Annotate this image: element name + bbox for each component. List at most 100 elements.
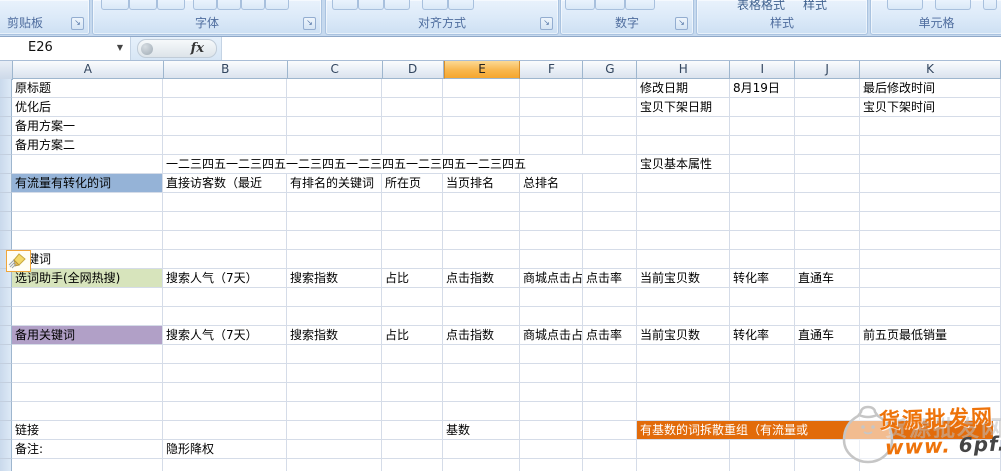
cell-F20[interactable] <box>520 440 583 459</box>
cell-E7[interactable] <box>443 193 520 212</box>
cell-D18[interactable] <box>382 402 443 421</box>
select-all-corner[interactable] <box>0 61 13 80</box>
cell-K14[interactable]: 前五页最低销量 <box>860 326 1001 345</box>
cell-H7[interactable] <box>637 193 730 212</box>
cell-F16[interactable] <box>520 364 583 383</box>
cell-G14[interactable]: 点击率 <box>583 326 637 345</box>
row-header[interactable] <box>0 136 12 155</box>
cell-K5[interactable] <box>860 155 1001 174</box>
row-header[interactable] <box>0 440 12 459</box>
cell-F10[interactable] <box>520 250 583 269</box>
cell-K6[interactable] <box>860 174 1001 193</box>
cell-I6[interactable] <box>730 174 795 193</box>
cell-J9[interactable] <box>795 231 860 250</box>
cell-I1[interactable]: 8月19日 <box>730 79 795 98</box>
ribbon-button-fragment[interactable] <box>241 0 265 10</box>
cell-D19[interactable] <box>382 421 443 440</box>
ribbon-button-fragment[interactable] <box>193 0 217 10</box>
row-header[interactable] <box>0 155 12 174</box>
cell-H6[interactable] <box>637 174 730 193</box>
cell-C7[interactable] <box>287 193 382 212</box>
ribbon-button-fragment[interactable] <box>448 0 474 10</box>
cell-B1[interactable] <box>163 79 287 98</box>
cell-J15[interactable] <box>795 345 860 364</box>
cell-A10[interactable]: 关键词 <box>12 250 163 269</box>
cell-D6[interactable]: 所在页 <box>382 174 443 193</box>
cell-H1[interactable]: 修改日期 <box>637 79 730 98</box>
ribbon-button-fragment[interactable] <box>422 0 448 10</box>
row-header[interactable] <box>0 98 12 117</box>
cell-C20[interactable] <box>287 440 382 459</box>
cell-B13[interactable] <box>163 307 287 326</box>
cell-C21[interactable] <box>287 459 382 471</box>
ribbon-button-fragment[interactable] <box>332 0 358 10</box>
cell-E16[interactable] <box>443 364 520 383</box>
cell-I13[interactable] <box>730 307 795 326</box>
cell-A20[interactable]: 备注: <box>12 440 163 459</box>
ribbon-button-fragment[interactable] <box>595 0 625 10</box>
cell-A21[interactable] <box>12 459 163 471</box>
cell-B19[interactable] <box>163 421 287 440</box>
ribbon-button-fragment[interactable] <box>101 0 129 10</box>
cell-A9[interactable] <box>12 231 163 250</box>
cell-I9[interactable] <box>730 231 795 250</box>
cell-H19[interactable]: 有基数的词拆散重组（有流量或 <box>637 421 993 440</box>
cell-I14[interactable]: 转化率 <box>730 326 795 345</box>
cell-B7[interactable] <box>163 193 287 212</box>
cell-B6[interactable]: 直接访客数（最近 <box>163 174 287 193</box>
cell-C11[interactable]: 搜索指数 <box>287 269 382 288</box>
cell-I12[interactable] <box>730 288 795 307</box>
cell-J20[interactable] <box>795 440 860 459</box>
cell-C17[interactable] <box>287 383 382 402</box>
cell-G2[interactable] <box>583 98 637 117</box>
cell-G13[interactable] <box>583 307 637 326</box>
cell-F15[interactable] <box>520 345 583 364</box>
cell-B20[interactable]: 隐形降权 <box>163 440 287 459</box>
cell-E2[interactable] <box>443 98 520 117</box>
cell-A5[interactable] <box>12 155 163 174</box>
cell-K9[interactable] <box>860 231 1001 250</box>
cell-J10[interactable] <box>795 250 860 269</box>
cell-A2[interactable]: 优化后 <box>12 98 163 117</box>
cell-H18[interactable] <box>637 402 730 421</box>
cell-J14[interactable]: 直通车 <box>795 326 860 345</box>
cell-D15[interactable] <box>382 345 443 364</box>
cell-E9[interactable] <box>443 231 520 250</box>
row-header[interactable] <box>0 459 12 471</box>
cell-G10[interactable] <box>583 250 637 269</box>
cell-J7[interactable] <box>795 193 860 212</box>
cell-C19[interactable] <box>287 421 382 440</box>
column-header-H[interactable]: H <box>637 61 730 79</box>
cell-F3[interactable] <box>520 117 583 136</box>
cell-H16[interactable] <box>637 364 730 383</box>
cell-B9[interactable] <box>163 231 287 250</box>
cell-J1[interactable] <box>795 79 860 98</box>
cell-I10[interactable] <box>730 250 795 269</box>
cell-C3[interactable] <box>287 117 382 136</box>
cell-E6[interactable]: 当页排名 <box>443 174 520 193</box>
cell-C12[interactable] <box>287 288 382 307</box>
cell-K15[interactable] <box>860 345 1001 364</box>
cell-F11[interactable]: 商城点击占比 <box>520 269 583 288</box>
cell-I20[interactable] <box>730 440 795 459</box>
cell-D16[interactable] <box>382 364 443 383</box>
cell-I21[interactable] <box>730 459 795 471</box>
column-header-F[interactable]: F <box>520 61 583 79</box>
cell-E10[interactable] <box>443 250 520 269</box>
brush-image[interactable] <box>6 250 31 272</box>
cell-F4[interactable] <box>520 136 583 155</box>
cell-D17[interactable] <box>382 383 443 402</box>
cell-G11[interactable]: 点击率 <box>583 269 637 288</box>
cell-A3[interactable]: 备用方案一 <box>12 117 163 136</box>
cell-D8[interactable] <box>382 212 443 231</box>
cell-I8[interactable] <box>730 212 795 231</box>
cell-G21[interactable] <box>583 459 637 471</box>
ribbon-button-fragment[interactable] <box>565 0 595 10</box>
cell-B21[interactable] <box>163 459 287 471</box>
cell-D3[interactable] <box>382 117 443 136</box>
cell-F14[interactable]: 商城点击占比 <box>520 326 583 345</box>
cell-A16[interactable] <box>12 364 163 383</box>
cell-K7[interactable] <box>860 193 1001 212</box>
cell-B10[interactable] <box>163 250 287 269</box>
cell-C13[interactable] <box>287 307 382 326</box>
